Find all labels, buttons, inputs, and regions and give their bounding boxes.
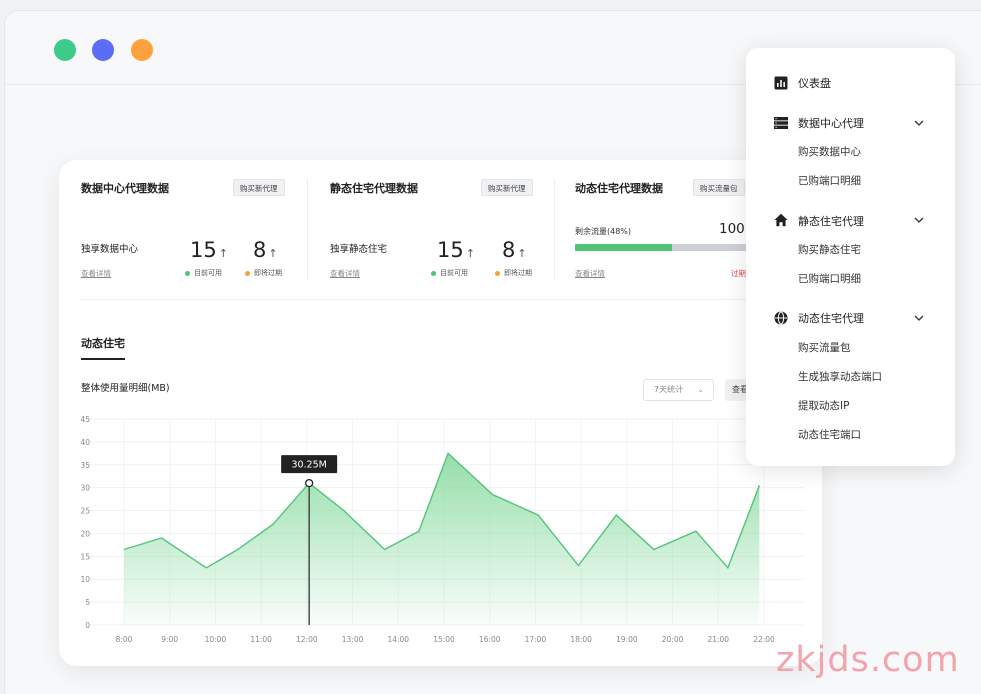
divider <box>554 178 555 280</box>
buy-traffic-button[interactable]: 购买流量包 <box>693 179 745 196</box>
view-details-link[interactable]: 查看详情 <box>330 268 360 279</box>
period-select[interactable]: 7天统计 ⌄ <box>643 379 714 401</box>
x-tick-label: 21:00 <box>707 635 729 644</box>
chevron-down-icon[interactable] <box>913 312 925 324</box>
buy-proxy-button[interactable]: 购买新代理 <box>233 179 285 196</box>
series-area <box>124 453 760 625</box>
server-icon <box>774 117 788 129</box>
x-tick-label: 14:00 <box>387 635 409 644</box>
stat-static-residential: 静态住宅代理数据 购买新代理 独享静态住宅 15 ↑ 8 ↑ 目前可用 即将过期 查… <box>330 160 535 295</box>
chevron-down-icon[interactable] <box>913 214 925 226</box>
stat-datacenter: 数据中心代理数据 购买新代理 独享数据中心 15 ↑ 8 ↑ 目前可用 即将过期 查… <box>81 160 286 295</box>
row-label: 独享数据中心 <box>81 244 139 255</box>
y-tick-label: 30 <box>80 484 90 493</box>
x-tick-label: 22:00 <box>753 635 775 644</box>
green-dot-icon <box>185 270 190 276</box>
x-tick-label: 18:00 <box>570 635 592 644</box>
x-tick-label: 19:00 <box>616 635 638 644</box>
menu-item-buy-traffic[interactable]: 购买流量包 <box>798 340 851 355</box>
x-tick-label: 13:00 <box>342 635 364 644</box>
y-tick-label: 15 <box>80 552 90 561</box>
tab-dynamic-residential[interactable]: 动态住宅 <box>81 335 125 360</box>
row-label: 独享静态住宅 <box>330 244 388 255</box>
stat-title: 数据中心代理数据 <box>81 182 169 195</box>
watermark: zkjds.com <box>776 640 960 680</box>
usage-title: 整体使用量明细(MB) <box>81 383 170 394</box>
x-tick-label: 8:00 <box>116 635 133 644</box>
menu-group-static-residential[interactable]: 静态住宅代理 <box>798 213 864 229</box>
available-value: 15 <box>437 238 464 262</box>
x-tick-label: 20:00 <box>662 635 684 644</box>
nav-menu: 仪表盘 数据中心代理 购买数据中心 已购端口明细 静态住宅代理 购买静态住宅 已… <box>746 48 955 466</box>
expiring-label: 即将过期 <box>245 268 282 278</box>
expiring-count: 8 ↑ <box>502 238 527 266</box>
available-count: 15 ↑ <box>190 238 228 266</box>
x-tick-label: 9:00 <box>161 635 178 644</box>
divider <box>307 178 308 280</box>
y-tick-label: 0 <box>85 621 90 630</box>
y-tick-label: 40 <box>80 438 90 447</box>
x-tick-label: 10:00 <box>205 635 227 644</box>
usage-chart: 0 5 10 15 20 25 30 35 40 45 8:00 9:00 10:00 11:00 12:0… <box>80 415 804 644</box>
expiring-label: 即将过期 <box>495 268 532 278</box>
y-tick-label: 35 <box>80 461 90 470</box>
menu-item-generate-port[interactable]: 生成独享动态端口 <box>798 369 882 384</box>
period-select-value: 7天统计 <box>654 385 684 394</box>
home-icon <box>774 213 788 227</box>
tooltip-label: 30.25M <box>291 460 326 471</box>
arrow-up-icon: ↑ <box>268 247 278 260</box>
y-tick-label: 10 <box>80 575 90 584</box>
y-tick-label: 25 <box>80 507 90 516</box>
y-tick-label: 5 <box>85 598 90 607</box>
available-count: 15 ↑ <box>437 238 475 266</box>
x-tick-label: 17:00 <box>525 635 547 644</box>
chevron-down-icon[interactable] <box>913 117 925 129</box>
x-tick-label: 11:00 <box>250 635 272 644</box>
green-dot-icon <box>431 270 436 276</box>
menu-group-dynamic-residential[interactable]: 动态住宅代理 <box>798 310 864 326</box>
menu-item-purchased-ports[interactable]: 已购端口明细 <box>798 271 861 286</box>
x-tick-label: 16:00 <box>479 635 501 644</box>
window-dot-green[interactable] <box>54 39 76 61</box>
expiring-value: 8 <box>253 238 267 262</box>
y-tick-label: 45 <box>80 415 90 424</box>
arrow-up-icon: ↑ <box>517 247 527 260</box>
divider <box>80 299 802 300</box>
y-tick-label: 20 <box>80 529 90 538</box>
x-tick-label: 15:00 <box>433 635 455 644</box>
stat-title: 动态住宅代理数据 <box>575 182 663 195</box>
available-label: 目前可用 <box>431 268 468 278</box>
window-dot-blue[interactable] <box>92 39 114 61</box>
dashboard-card: 数据中心代理数据 购买新代理 独享数据中心 15 ↑ 8 ↑ 目前可用 即将过期 查… <box>59 160 822 666</box>
menu-group-datacenter[interactable]: 数据中心代理 <box>798 115 864 131</box>
menu-item-buy-datacenter[interactable]: 购买数据中心 <box>798 144 861 159</box>
dashboard-icon <box>774 76 788 90</box>
orange-dot-icon <box>245 270 250 276</box>
available-value: 15 <box>190 238 217 262</box>
expiring-count: 8 ↑ <box>253 238 278 266</box>
tooltip-marker <box>304 478 314 488</box>
expire-label: 过期 <box>731 269 746 278</box>
traffic-progress-fill <box>575 244 672 251</box>
menu-item-extract-ip[interactable]: 提取动态IP <box>798 398 849 413</box>
available-label: 目前可用 <box>185 268 222 278</box>
menu-item-purchased-ports[interactable]: 已购端口明细 <box>798 173 861 188</box>
orange-dot-icon <box>495 270 500 276</box>
arrow-up-icon: ↑ <box>465 247 475 260</box>
window-dot-orange[interactable] <box>131 39 153 61</box>
arrow-up-icon: ↑ <box>218 247 228 260</box>
buy-proxy-button[interactable]: 购买新代理 <box>481 179 533 196</box>
stat-title: 静态住宅代理数据 <box>330 182 418 195</box>
menu-item-dashboard[interactable]: 仪表盘 <box>798 75 831 91</box>
x-tick-label: 12:00 <box>296 635 318 644</box>
chevron-down-icon: ⌄ <box>697 385 704 394</box>
view-details-link[interactable]: 查看详情 <box>575 268 605 279</box>
menu-item-buy-static-residential[interactable]: 购买静态住宅 <box>798 242 861 257</box>
view-details-link[interactable]: 查看详情 <box>81 268 111 279</box>
menu-item-dynamic-ports[interactable]: 动态住宅端口 <box>798 427 861 442</box>
expiring-value: 8 <box>502 238 516 262</box>
remaining-traffic-label: 剩余流量(48%) <box>575 227 632 236</box>
globe-icon <box>774 311 788 325</box>
